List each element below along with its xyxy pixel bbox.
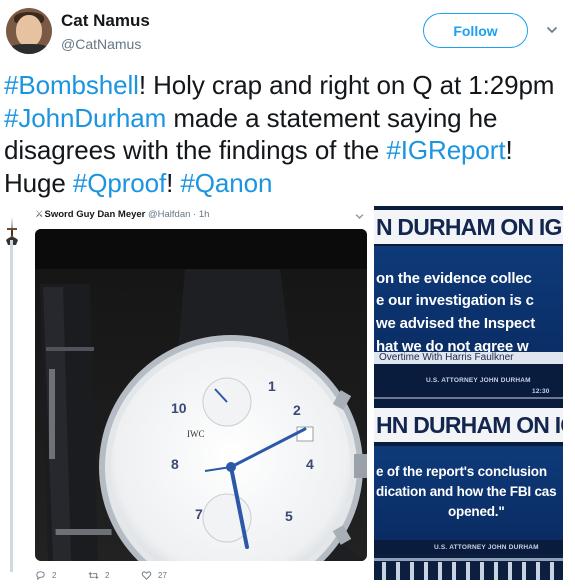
- quote-area-2: e of the report's conclusion dication an…: [374, 446, 563, 540]
- retweet-action[interactable]: 2: [88, 570, 109, 581]
- quote-line: on the evidence collec: [376, 270, 532, 287]
- avatar-face: [16, 15, 42, 47]
- like-count: 27: [158, 571, 167, 580]
- follow-button[interactable]: Follow: [423, 13, 528, 48]
- lower-strip-1: U.S. ATTORNEY JOHN DURHAM 12:30: [374, 364, 563, 396]
- attorney-label-1: U.S. ATTORNEY JOHN DURHAM: [426, 377, 531, 384]
- meta-separator: ·: [193, 209, 197, 220]
- news-screenshots[interactable]: N DURHAM ON IG on the evidence collec e …: [374, 206, 563, 580]
- quote-line: e of the report's conclusion: [376, 464, 547, 479]
- quote-line: we advised the Inspect: [376, 315, 535, 332]
- headline-2: HN DURHAM ON IG RE: [376, 412, 563, 438]
- hashtag-link[interactable]: #Bombshell: [4, 70, 139, 100]
- headline-1: N DURHAM ON IG: [376, 214, 562, 240]
- retweet-icon: [88, 572, 99, 579]
- quoted-author-line[interactable]: ⚔Sword Guy Dan Meyer @Halfdan · 1h: [35, 209, 209, 220]
- quote-area-1: on the evidence collec e our investigati…: [374, 246, 563, 364]
- author-avatar[interactable]: [6, 8, 52, 54]
- dial-numeral-5: 5: [285, 508, 293, 524]
- time-fragment: 12:30: [532, 388, 550, 395]
- quoted-tweet-screenshot[interactable]: ⚔Sword Guy Dan Meyer @Halfdan · 1h 10 8 …: [0, 202, 372, 588]
- dial-brand: IWC: [187, 429, 205, 439]
- quote-line: e our investigation is c: [376, 292, 534, 309]
- attorney-label-2: U.S. ATTORNEY JOHN DURHAM: [434, 544, 539, 551]
- dial-numeral-10: 10: [171, 400, 187, 416]
- hashtag-link[interactable]: #JohnDurham: [4, 103, 166, 133]
- quoted-author-handle: @Halfdan: [148, 209, 191, 220]
- chevron-down-icon[interactable]: [546, 24, 558, 36]
- tweet-text-segment: ! Holy crap and right on Q at 1:29pm: [138, 70, 555, 100]
- author-display-name[interactable]: Cat Namus: [61, 11, 150, 31]
- hashtag-link[interactable]: #Qproof: [73, 168, 166, 198]
- reply-icon: [36, 571, 45, 581]
- quote-line: dication and how the FBI cas: [376, 484, 557, 499]
- tweet-text-segment: !: [166, 167, 181, 198]
- panel-divider: [374, 397, 563, 399]
- watch-photo[interactable]: 10 8 7 5 4 2 1 IWC: [35, 229, 367, 561]
- author-handle[interactable]: @CatNamus: [61, 36, 141, 52]
- headline-bar-2: HN DURHAM ON IG RE: [374, 408, 563, 442]
- reply-count: 2: [52, 571, 57, 580]
- retweet-count: 2: [105, 571, 110, 580]
- quoted-tweet-actions: 2 2 27: [35, 570, 235, 584]
- news-panel-2: HN DURHAM ON IG RE e of the report's con…: [374, 400, 563, 580]
- thread-rail: [10, 240, 13, 572]
- heart-icon: [141, 571, 152, 580]
- quote-line: opened.": [448, 504, 505, 519]
- capitol-columns: [374, 554, 563, 580]
- tweet-text: #Bombshell! Holy crap and right on Q at …: [4, 69, 564, 199]
- crossed-swords-icon: ⚔: [35, 209, 44, 220]
- hashtag-link[interactable]: #IGReport: [386, 135, 505, 165]
- avatar-shirt: [8, 44, 50, 54]
- dial-numeral-8: 8: [171, 456, 179, 472]
- chevron-down-icon[interactable]: [355, 212, 364, 221]
- quoted-time: 1h: [198, 209, 210, 220]
- dial-numeral-2: 2: [293, 402, 301, 418]
- like-action[interactable]: 27: [141, 570, 167, 581]
- lower-strip-2: U.S. ATTORNEY JOHN DURHAM: [374, 540, 563, 580]
- dial-numeral-4: 4: [306, 456, 314, 472]
- quoted-author-name: Sword Guy Dan Meyer: [44, 209, 146, 220]
- hashtag-link[interactable]: #Qanon: [180, 168, 272, 198]
- show-name: Overtime With Harris Faulkner: [374, 352, 563, 364]
- news-panel-1: N DURHAM ON IG on the evidence collec e …: [374, 206, 563, 396]
- dial-numeral-1: 1: [268, 378, 276, 394]
- headline-bar-1: N DURHAM ON IG: [374, 210, 563, 244]
- dial-numeral-7: 7: [195, 506, 203, 522]
- reply-action[interactable]: 2: [35, 570, 56, 581]
